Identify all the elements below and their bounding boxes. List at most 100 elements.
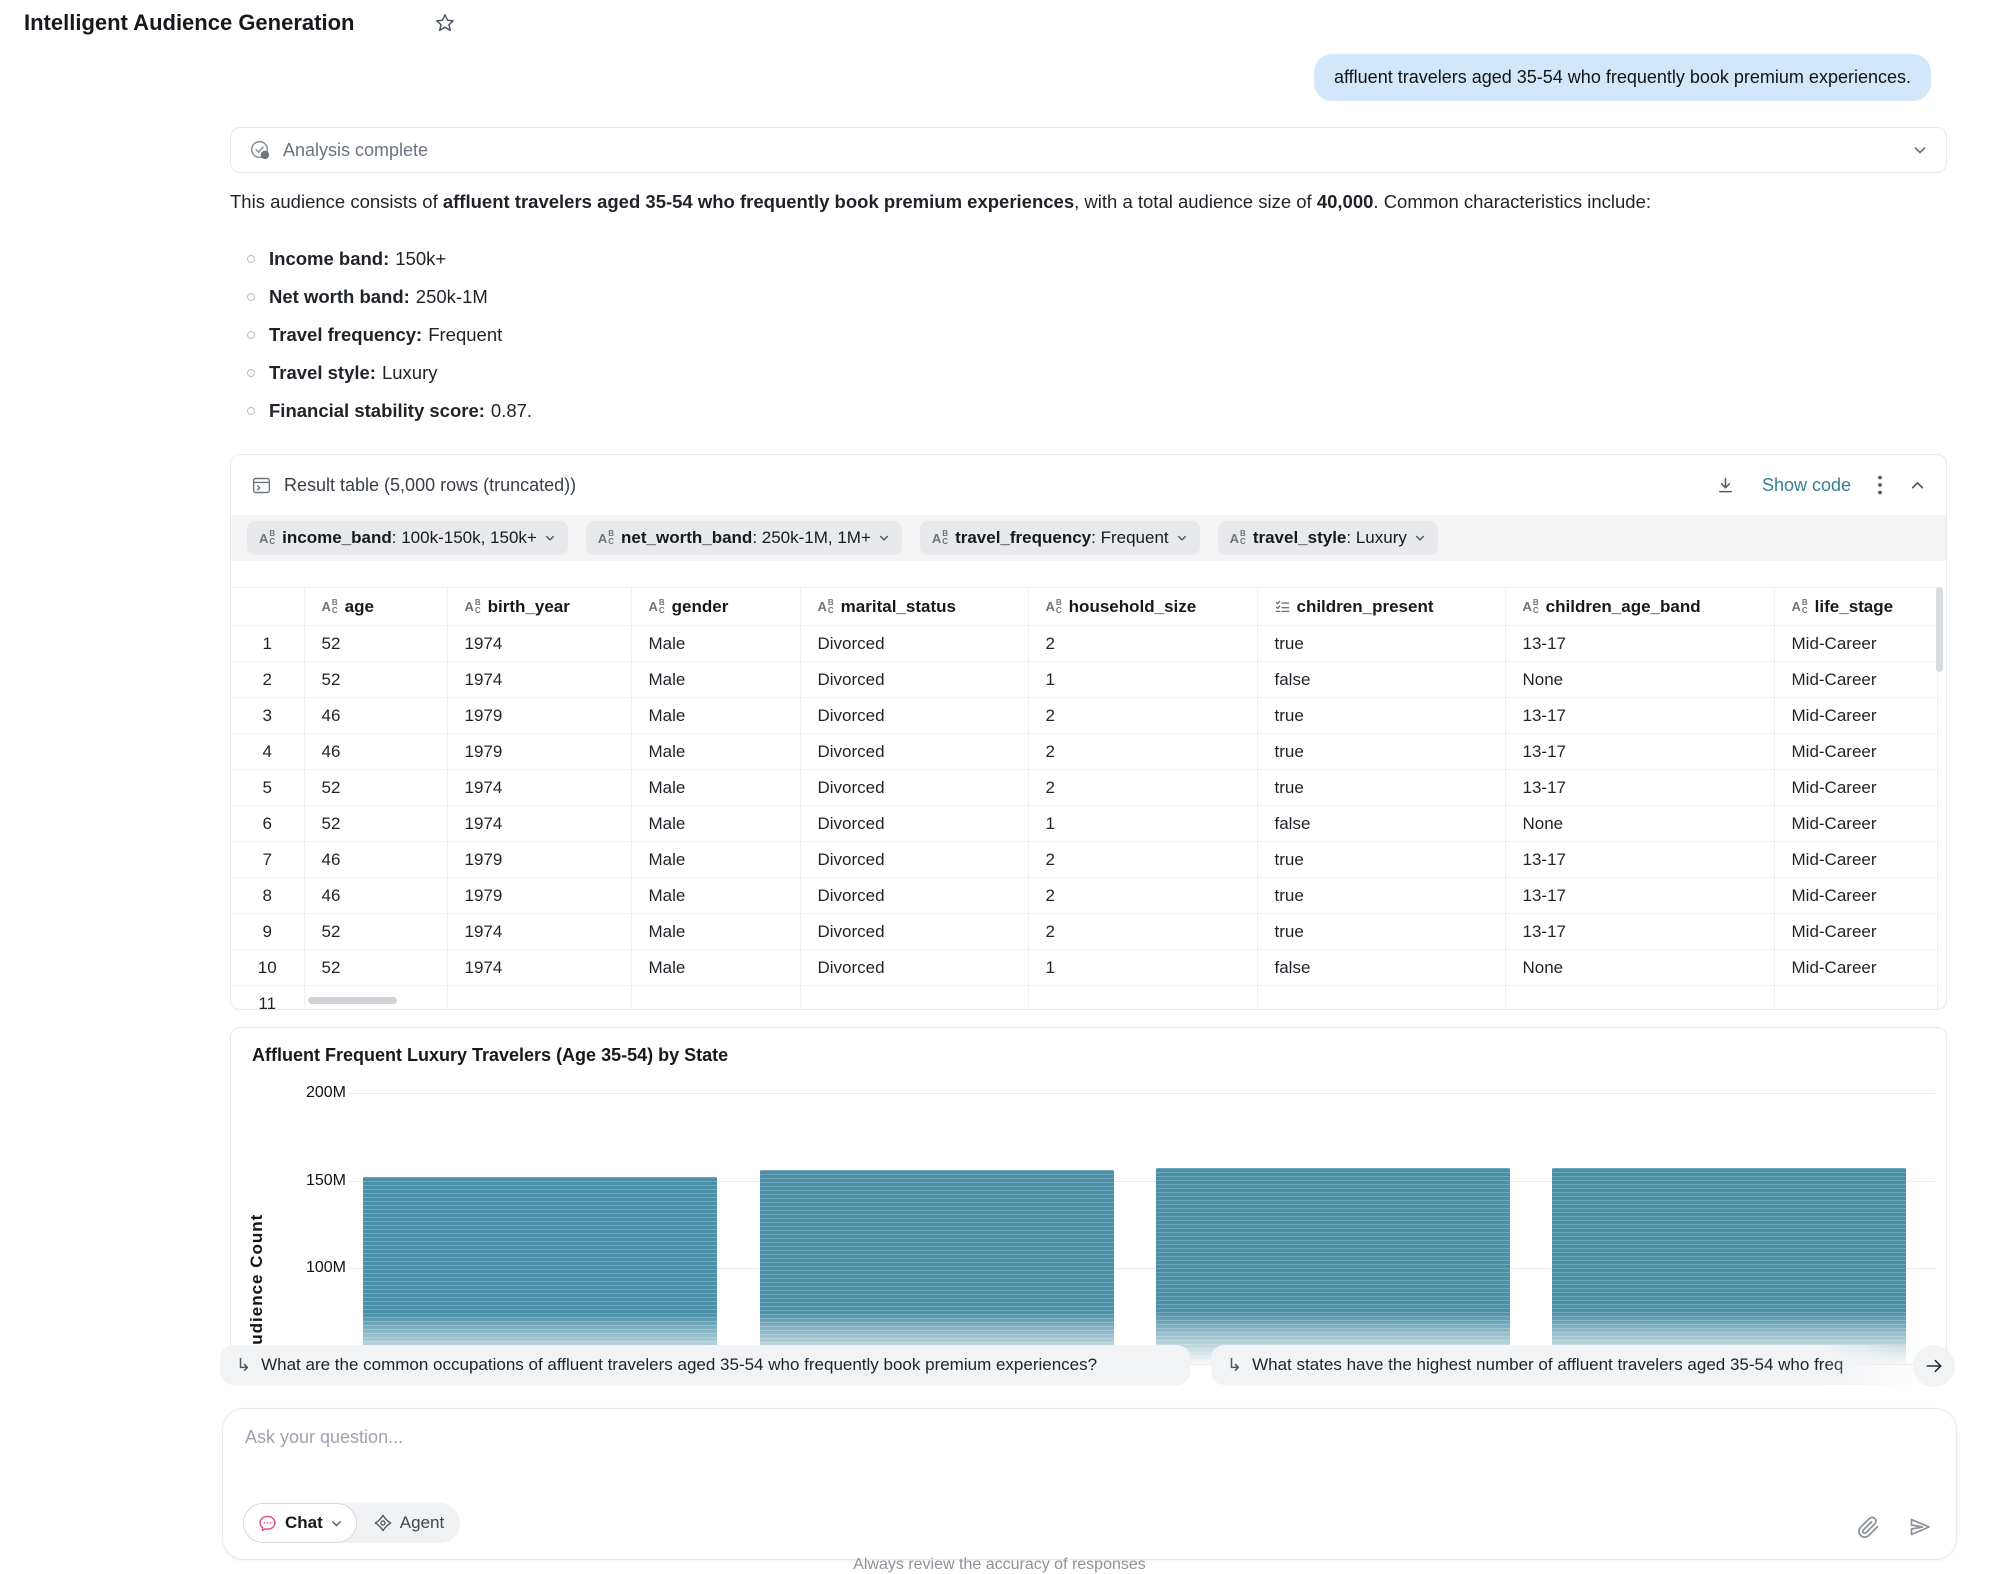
mode-chat-button[interactable]: Chat [243, 1503, 357, 1543]
column-header-marital_status[interactable]: ABCmarital_status [800, 588, 1028, 626]
table-cell: 52 [304, 914, 447, 950]
table-cell: Divorced [800, 626, 1028, 662]
table-cell: Male [631, 950, 800, 986]
table-cell [1257, 986, 1505, 1011]
table-cell: true [1257, 914, 1505, 950]
favorite-star-icon[interactable] [434, 12, 456, 34]
download-icon[interactable] [1715, 475, 1736, 496]
table-cell: Divorced [800, 842, 1028, 878]
status-text: Analysis complete [283, 140, 428, 161]
table-row: 9521974MaleDivorced2true13-17Mid-Career [231, 914, 1937, 950]
chevron-down-icon [330, 1517, 343, 1530]
bullet-icon [247, 369, 255, 377]
table-cell: 13-17 [1505, 914, 1774, 950]
table-row: 3461979MaleDivorced2true13-17Mid-Career [231, 698, 1937, 734]
table-cell: Divorced [800, 698, 1028, 734]
table-cell: 13-17 [1505, 734, 1774, 770]
text-type-icon: ABC [1792, 599, 1808, 615]
agent-icon [373, 1513, 393, 1533]
text-type-icon: ABC [818, 599, 834, 615]
table-cell: 1974 [447, 626, 631, 662]
row-number: 1 [231, 626, 304, 662]
vertical-scrollbar[interactable] [1936, 587, 1943, 672]
table-cell [1505, 986, 1774, 1011]
row-number: 7 [231, 842, 304, 878]
table-cell: Male [631, 626, 800, 662]
check-circle-icon [249, 139, 272, 162]
analysis-status-bar[interactable]: Analysis complete [230, 127, 1947, 173]
table-cell: Divorced [800, 734, 1028, 770]
column-header-children_present[interactable]: children_present [1257, 588, 1505, 626]
suggested-question-chip[interactable]: ↳What are the common occupations of affl… [220, 1345, 1190, 1385]
reply-arrow-icon: ↳ [1227, 1355, 1242, 1376]
column-header-birth_year[interactable]: ABCbirth_year [447, 588, 631, 626]
table-cell: 1979 [447, 878, 631, 914]
bullet-icon [247, 255, 255, 263]
table-cell: 46 [304, 698, 447, 734]
row-number: 9 [231, 914, 304, 950]
suggestion-row: ↳What are the common occupations of affl… [220, 1345, 1958, 1387]
chart-bar [1552, 1168, 1906, 1365]
chevron-down-icon [1176, 532, 1188, 544]
table-cell: Male [631, 914, 800, 950]
table-cell: 52 [304, 662, 447, 698]
chevron-down-icon[interactable] [1912, 142, 1928, 158]
filter-chip-net_worth_band[interactable]: ABCnet_worth_band: 250k-1M, 1M+ [586, 521, 902, 555]
suggested-question-chip[interactable]: ↳What states have the highest number of … [1211, 1345, 1957, 1385]
table-cell [447, 986, 631, 1011]
question-input[interactable] [245, 1427, 1645, 1448]
table-cell: 52 [304, 770, 447, 806]
text-type-icon: ABC [1230, 530, 1246, 546]
table-cell: Male [631, 806, 800, 842]
filter-chip-income_band[interactable]: ABCincome_band: 100k-150k, 150k+ [247, 521, 568, 555]
show-code-button[interactable]: Show code [1762, 475, 1851, 496]
next-suggestions-button[interactable] [1913, 1345, 1955, 1387]
chevron-down-icon [544, 532, 556, 544]
text-type-icon: ABC [465, 599, 481, 615]
table-cell: Mid-Career [1774, 806, 1937, 842]
table-row: 1521974MaleDivorced2true13-17Mid-Career [231, 626, 1937, 662]
characteristics-list: Income band:150k+Net worth band:250k-1MT… [247, 240, 532, 430]
kebab-menu-icon[interactable] [1877, 474, 1883, 496]
horizontal-scrollbar[interactable] [308, 997, 397, 1004]
column-header-children_age_band[interactable]: ABCchildren_age_band [1505, 588, 1774, 626]
filter-bar: ABCincome_band: 100k-150k, 150k+ ABCnet_w… [231, 515, 1946, 561]
table-cell: 13-17 [1505, 878, 1774, 914]
table-cell: 1974 [447, 914, 631, 950]
table-cell [1774, 986, 1937, 1011]
table-cell: None [1505, 806, 1774, 842]
send-icon[interactable] [1908, 1515, 1932, 1539]
text-type-icon: ABC [322, 599, 338, 615]
table-cell: 1974 [447, 662, 631, 698]
text-type-icon: ABC [598, 530, 614, 546]
column-header-age[interactable]: ABCage [304, 588, 447, 626]
text-type-icon: ABC [649, 599, 665, 615]
result-data-table: ABCageABCbirth_yearABCgenderABCmarital_s… [231, 587, 1938, 1010]
table-cell: Divorced [800, 878, 1028, 914]
table-cell: false [1257, 662, 1505, 698]
text-type-icon: ABC [259, 530, 275, 546]
column-header-life_stage[interactable]: ABClife_stage [1774, 588, 1937, 626]
table-cell: 13-17 [1505, 770, 1774, 806]
mode-agent-button[interactable]: Agent [357, 1513, 460, 1533]
result-table-card: Result table (5,000 rows (truncated)) Sh… [230, 454, 1947, 1010]
column-header-gender[interactable]: ABCgender [631, 588, 800, 626]
table-row: 5521974MaleDivorced2true13-17Mid-Career [231, 770, 1937, 806]
attach-paperclip-icon[interactable] [1857, 1516, 1880, 1539]
table-cell: 46 [304, 734, 447, 770]
table-cell: 2 [1028, 842, 1257, 878]
table-cell: Divorced [800, 806, 1028, 842]
filter-chip-travel_style[interactable]: ABCtravel_style: Luxury [1218, 521, 1438, 555]
table-cell: Divorced [800, 950, 1028, 986]
table-cell: Mid-Career [1774, 734, 1937, 770]
column-header-household_size[interactable]: ABChousehold_size [1028, 588, 1257, 626]
table-cell: None [1505, 662, 1774, 698]
chart-bar [363, 1177, 717, 1365]
collapse-chevron-up-icon[interactable] [1909, 477, 1926, 494]
table-cell: true [1257, 626, 1505, 662]
characteristic-item: Travel style:Luxury [247, 354, 532, 392]
table-cell: 1 [1028, 950, 1257, 986]
row-number: 3 [231, 698, 304, 734]
filter-chip-travel_frequency[interactable]: ABCtravel_frequency: Frequent [920, 521, 1200, 555]
table-cell: Male [631, 734, 800, 770]
